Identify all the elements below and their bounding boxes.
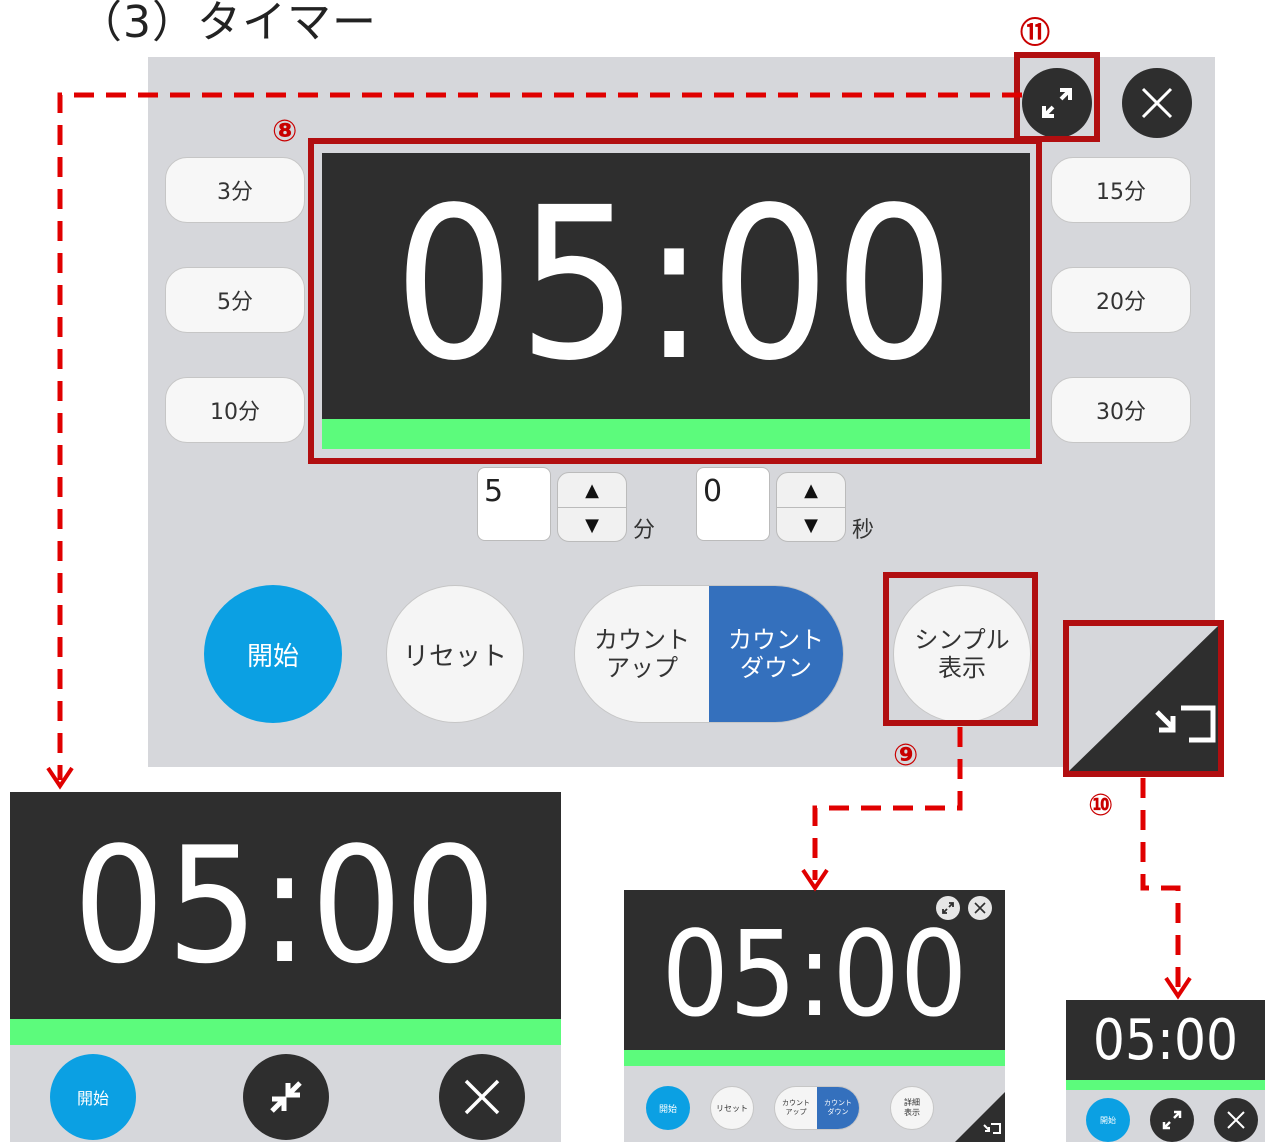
annotation-arrows	[46, 92, 1192, 1000]
